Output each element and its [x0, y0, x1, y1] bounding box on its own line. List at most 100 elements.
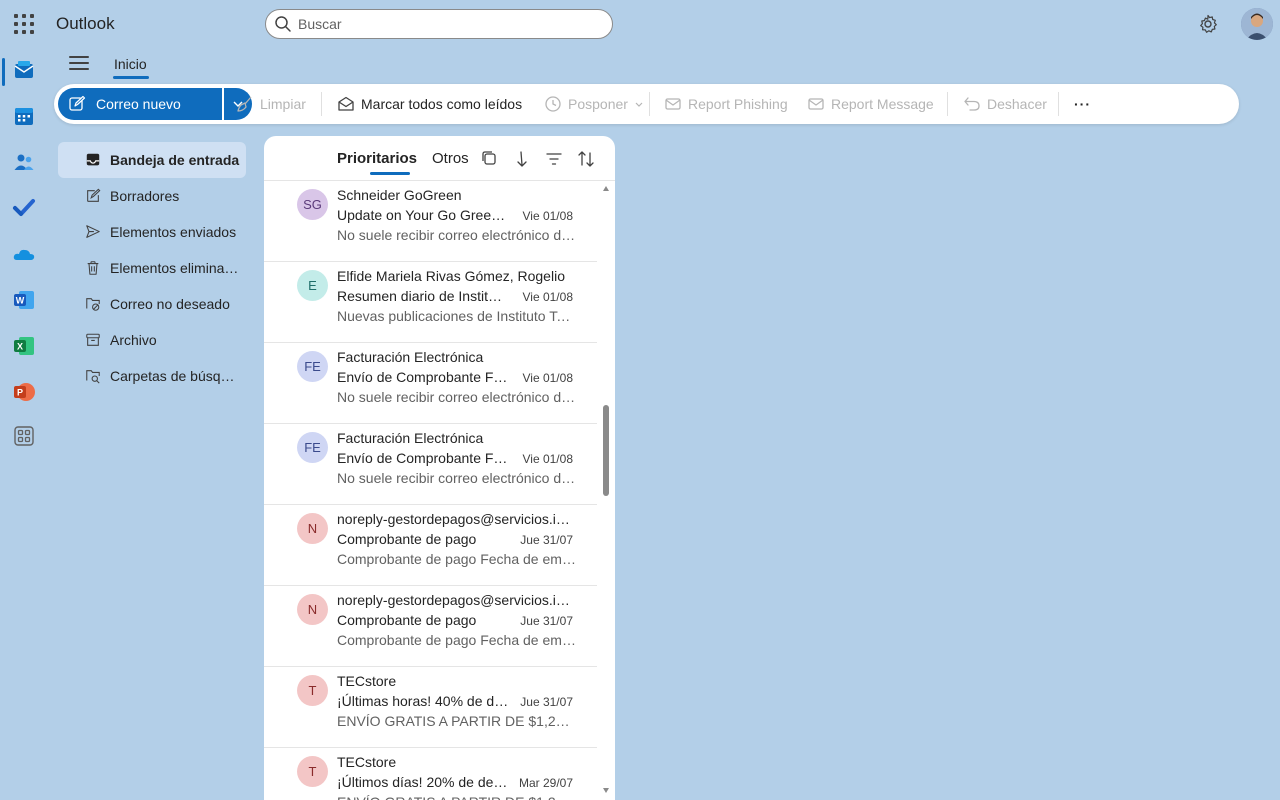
message-preview: Comprobante de pago Fecha de emisión — [337, 632, 577, 648]
todo-app-icon[interactable] — [12, 196, 36, 220]
tab-home[interactable]: Inicio — [114, 56, 147, 72]
tab-other[interactable]: Otros — [432, 150, 469, 167]
folder-label: Correo no deseado — [110, 296, 230, 312]
message-preview: No suele recibir correo electrónico de e… — [337, 227, 577, 243]
search-input[interactable] — [298, 16, 598, 32]
folder-item[interactable]: Borradores — [58, 178, 246, 214]
ribbon-toolbar: Correo nuevo Limpiar Marcar todos como l… — [54, 84, 1239, 124]
message-subject: ¡Últimas horas! 40% de descuento — [337, 693, 509, 709]
more-apps-icon[interactable] — [12, 424, 36, 448]
report-message-button[interactable]: Report Message — [807, 94, 934, 114]
report-message-label: Report Message — [831, 96, 934, 112]
folder-label: Carpetas de búsqueda — [110, 368, 240, 384]
message-row[interactable]: FE Facturación Electrónica Envío de Compro… — [264, 343, 597, 424]
gear-icon[interactable] — [1197, 13, 1219, 35]
tab-focused[interactable]: Prioritarios — [337, 150, 417, 167]
message-row[interactable]: Nnoreply-gestordepagos@servicios.institu… — [264, 505, 597, 586]
folder-label: Archivo — [110, 332, 157, 348]
app-title: Outlook — [56, 14, 115, 33]
message-sender: noreply-gestordepagos@servicios.instituc… — [337, 511, 577, 527]
drafts-icon — [87, 188, 101, 202]
folder-item[interactable]: Elementos enviados — [58, 214, 246, 250]
folder-item[interactable]: Carpetas de búsqueda — [58, 358, 246, 394]
sender-avatar: FE — [297, 432, 328, 463]
message-date: Vie 01/08 — [522, 290, 574, 304]
word-app-icon[interactable]: W — [12, 288, 36, 312]
svg-text:X: X — [17, 342, 23, 352]
ribbon-divider — [1058, 92, 1059, 116]
report-message-icon — [808, 98, 824, 110]
search-icon — [275, 16, 291, 32]
mark-all-read-button[interactable]: Marcar todos como leídos — [337, 94, 522, 114]
message-list-header: Prioritarios Otros — [264, 136, 615, 181]
user-avatar[interactable] — [1241, 8, 1273, 40]
compose-icon — [69, 95, 86, 111]
people-app-icon[interactable] — [12, 150, 36, 174]
message-row[interactable]: SG Schneider GoGreen Update on Your Go Gre… — [264, 181, 597, 262]
folder-item[interactable]: Elementos eliminados — [58, 250, 246, 286]
scrollbar-thumb[interactable] — [603, 405, 609, 496]
user-avatar-image — [1241, 8, 1273, 40]
more-options-button[interactable]: ··· — [1074, 94, 1091, 114]
chevron-down-icon — [635, 102, 643, 107]
folder-item[interactable]: Correo no deseado — [58, 286, 246, 322]
folder-item[interactable]: Archivo — [58, 322, 246, 358]
message-sender: Facturación Electrónica — [337, 349, 484, 365]
select-mode-icon[interactable] — [481, 150, 499, 168]
message-preview: Nuevas publicaciones de Instituto Tecnol… — [337, 308, 577, 324]
ribbon-divider — [649, 92, 650, 116]
report-phishing-button[interactable]: Report Phishing — [664, 94, 788, 114]
message-rows: SG Schneider GoGreen Update on Your Go Gre… — [264, 181, 597, 800]
folder-label: Elementos eliminados — [110, 260, 240, 276]
message-subject: Comprobante de pago — [337, 612, 477, 628]
report-phishing-icon — [665, 98, 681, 110]
message-subject: Resumen diario de Instituto Tecnológico — [337, 288, 509, 304]
onedrive-app-icon[interactable] — [12, 242, 36, 266]
message-sender: noreply-gestordepagos@servicios.instituc… — [337, 592, 577, 608]
message-row[interactable]: FE Facturación Electrónica Envío de Compro… — [264, 424, 597, 505]
message-date: Vie 01/08 — [522, 209, 574, 223]
sender-avatar: E — [297, 270, 328, 301]
message-sender: Facturación Electrónica — [337, 430, 484, 446]
mail-app-icon[interactable] — [12, 58, 36, 82]
snooze-button[interactable]: Posponer — [544, 94, 646, 114]
excel-app-icon[interactable]: X — [12, 334, 36, 358]
sender-avatar: T — [297, 756, 328, 787]
message-row[interactable]: Nnoreply-gestordepagos@servicios.institu… — [264, 586, 597, 667]
message-sender: TECstore — [337, 673, 397, 689]
archive-icon — [86, 333, 100, 346]
new-mail-button[interactable]: Correo nuevo — [58, 88, 222, 120]
filter-icon[interactable] — [545, 150, 563, 168]
message-row[interactable]: T TECstore ¡Últimas horas! 40% de descuent… — [264, 667, 597, 748]
ribbon-divider — [321, 92, 322, 116]
message-row[interactable]: E Elfide Mariela Rivas Gómez, Rogelio Resu… — [264, 262, 597, 343]
message-preview: No suele recibir correo electrónico de e… — [337, 470, 577, 486]
message-date: Mar 29/07 — [518, 776, 573, 790]
scroll-down-arrow[interactable] — [603, 788, 609, 793]
message-date: Vie 01/08 — [522, 371, 574, 385]
search-folder-icon — [86, 370, 100, 384]
app-launcher-icon[interactable] — [14, 14, 34, 34]
inbox-icon — [86, 153, 100, 166]
rail-active-indicator — [2, 58, 5, 86]
sender-avatar: N — [297, 594, 328, 625]
undo-button[interactable]: Deshacer — [963, 94, 1047, 114]
calendar-app-icon[interactable] — [12, 104, 36, 128]
search-box[interactable] — [265, 9, 613, 39]
clean-button[interactable]: Limpiar — [236, 94, 306, 114]
junk-icon — [86, 298, 100, 311]
message-sender: Elfide Mariela Rivas Gómez, Rogelio — [337, 268, 565, 284]
message-subject: Comprobante de pago — [337, 531, 477, 547]
jump-to-icon[interactable] — [513, 150, 531, 168]
folder-item[interactable]: Bandeja de entrada — [58, 142, 246, 178]
message-preview: ENVÍO GRATIS A PARTIR DE $1,299. Aplican… — [337, 794, 577, 800]
ribbon-divider — [947, 92, 948, 116]
mark-all-read-label: Marcar todos como leídos — [361, 96, 523, 112]
sort-icon[interactable] — [577, 150, 595, 168]
message-subject: Envío de Comprobante Fiscal Digital — [337, 450, 509, 466]
hamburger-menu-icon[interactable] — [69, 56, 89, 72]
sent-icon — [86, 225, 100, 238]
powerpoint-app-icon[interactable]: P — [12, 380, 36, 404]
message-row[interactable]: T TECstore ¡Últimos días! 20% de descuento… — [264, 748, 597, 800]
scroll-up-arrow[interactable] — [603, 186, 609, 191]
